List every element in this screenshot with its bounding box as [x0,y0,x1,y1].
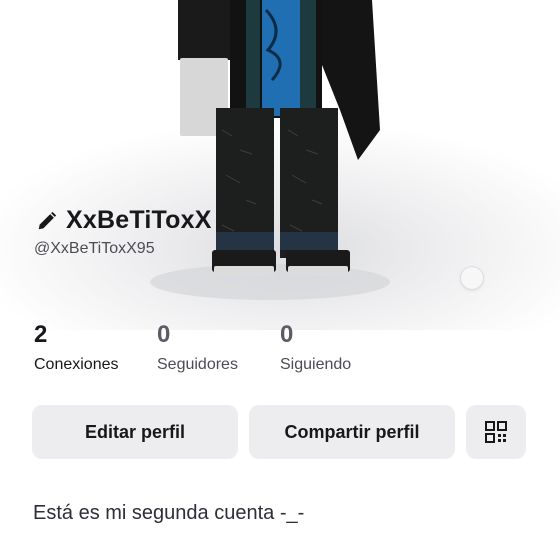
display-name: XxBeTiToxX [66,206,212,234]
qr-code-button[interactable] [466,405,526,459]
edit-profile-button[interactable]: Editar perfil [32,405,238,459]
stat-followers[interactable]: 0 Seguidores [157,322,280,374]
stat-count: 0 [280,321,294,348]
stat-count: 0 [157,321,171,348]
display-name-row: XxBeTiToxX [36,206,212,235]
share-profile-button[interactable]: Compartir perfil [249,405,455,459]
username: @XxBeTiToxX95 [34,240,155,257]
qr-code-icon [485,421,507,443]
stat-label: Conexiones [34,356,119,373]
stat-following[interactable]: 0 Siguiendo [280,322,403,374]
profile-stats: 2 Conexiones 0 Seguidores 0 Siguiendo [34,322,403,374]
stat-count: 2 [34,321,48,348]
stat-label: Siguiendo [280,356,352,373]
profile-actions: Editar perfil Compartir perfil [32,405,526,459]
stat-label: Seguidores [157,356,238,373]
pencil-icon[interactable] [36,210,58,232]
avatar-stage [0,0,560,330]
profile-bio: Está es mi segunda cuenta -_- [33,502,305,524]
avatar-view-toggle[interactable] [460,266,484,290]
stat-connections[interactable]: 2 Conexiones [34,322,157,374]
